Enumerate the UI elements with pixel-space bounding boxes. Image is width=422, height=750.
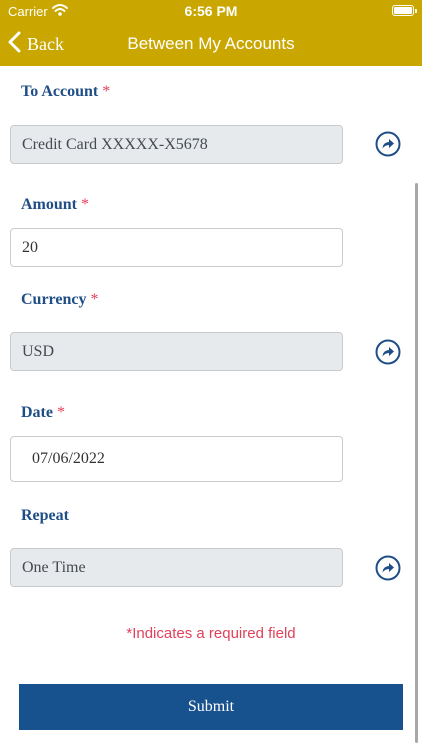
to-account-field[interactable]: Credit Card XXXXX-X5678 [10, 125, 343, 164]
date-label-text: Date [21, 404, 53, 421]
required-asterisk: * [102, 83, 111, 100]
amount-input[interactable]: 20 [10, 228, 343, 267]
date-input[interactable]: 07/06/2022 [10, 436, 343, 482]
currency-value: USD [22, 342, 55, 360]
to-account-value: Credit Card XXXXX-X5678 [22, 135, 208, 153]
forward-arrow-circle-icon[interactable] [375, 131, 401, 157]
date-label: Date * [21, 404, 65, 422]
chevron-left-icon [8, 31, 27, 58]
repeat-label: Repeat [21, 507, 69, 525]
submit-button[interactable]: Submit [19, 684, 403, 730]
required-asterisk: * [56, 404, 65, 421]
repeat-label-text: Repeat [21, 507, 69, 524]
amount-label-text: Amount [21, 196, 78, 213]
battery-icon [392, 5, 417, 16]
status-time: 6:56 PM [184, 3, 238, 19]
repeat-field[interactable]: One Time [10, 548, 343, 587]
back-button[interactable]: Back [8, 31, 64, 57]
scrollbar[interactable] [415, 183, 418, 743]
nav-bar: Back Between My Accounts [0, 22, 422, 66]
currency-field[interactable]: USD [10, 332, 343, 371]
amount-label: Amount * [21, 196, 89, 214]
required-asterisk: * [81, 196, 90, 213]
required-asterisk: * [90, 291, 99, 308]
forward-arrow-circle-icon[interactable] [375, 339, 401, 365]
required-field-note: *Indicates a required field [126, 625, 296, 642]
date-value: 07/06/2022 [32, 450, 105, 467]
amount-value: 20 [22, 238, 38, 256]
back-label: Back [27, 33, 64, 54]
forward-arrow-circle-icon[interactable] [375, 555, 401, 581]
to-account-label-text: To Account [21, 83, 99, 100]
currency-label-text: Currency [21, 291, 87, 308]
submit-label: Submit [187, 698, 235, 715]
currency-label: Currency * [21, 291, 98, 309]
to-account-label: To Account * [21, 83, 110, 101]
repeat-value: One Time [22, 558, 86, 576]
status-bar: Carrier 6:56 PM [0, 0, 422, 22]
